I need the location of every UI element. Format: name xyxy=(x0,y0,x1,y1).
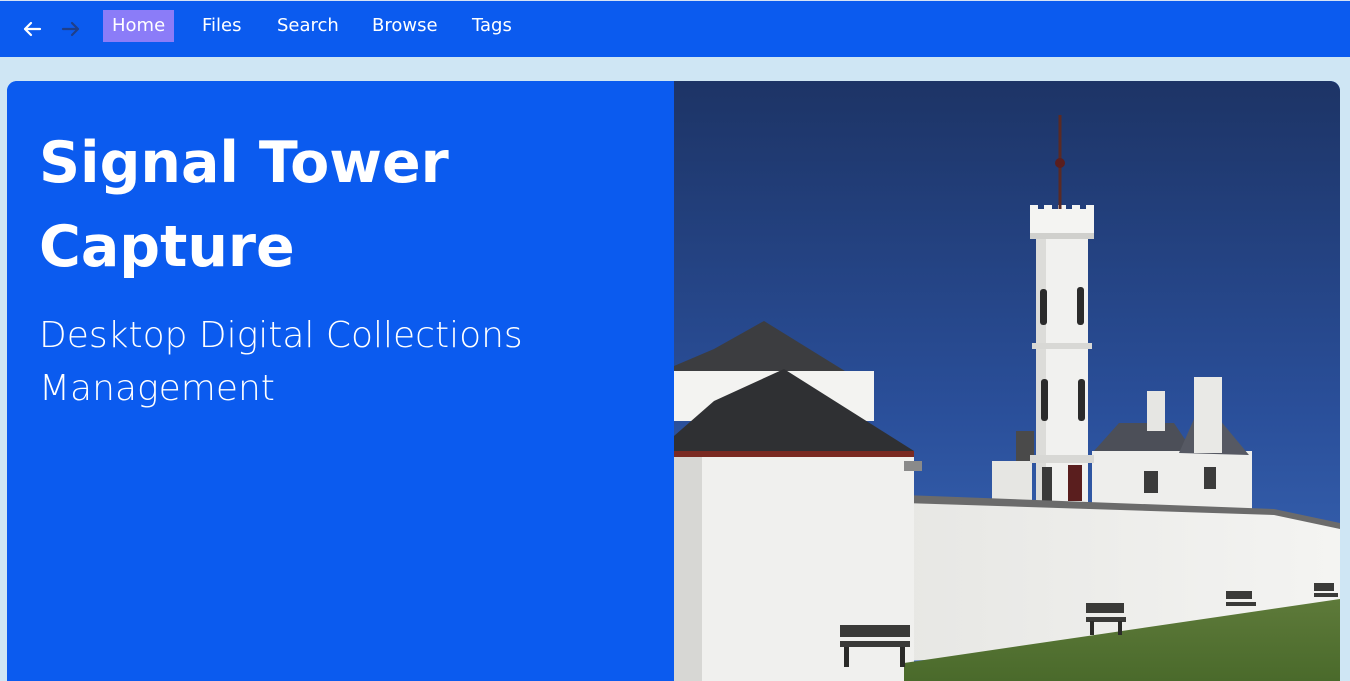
nav-tab-browse[interactable]: Browse xyxy=(363,10,447,42)
arrow-right-icon xyxy=(61,21,80,37)
back-button[interactable] xyxy=(21,18,43,40)
arrow-left-icon xyxy=(23,21,42,37)
nav-tab-files[interactable]: Files xyxy=(193,10,251,42)
signal-tower-photo xyxy=(674,81,1340,681)
hero-photo xyxy=(674,81,1340,681)
hero-subtitle: Desktop Digital Collections Management xyxy=(39,315,523,409)
hero-banner: Signal Tower Capture Desktop Digital Col… xyxy=(7,81,1340,681)
nav-tab-home[interactable]: Home xyxy=(103,10,175,42)
hero-title: Signal Tower Capture xyxy=(39,130,449,280)
hero-text-panel: Signal Tower Capture Desktop Digital Col… xyxy=(7,81,674,681)
nav-tab-search[interactable]: Search xyxy=(268,10,348,42)
top-navbar: Home Files Search Browse Tags xyxy=(0,0,1350,57)
nav-tab-tags[interactable]: Tags xyxy=(463,10,521,42)
forward-button[interactable] xyxy=(60,18,82,40)
